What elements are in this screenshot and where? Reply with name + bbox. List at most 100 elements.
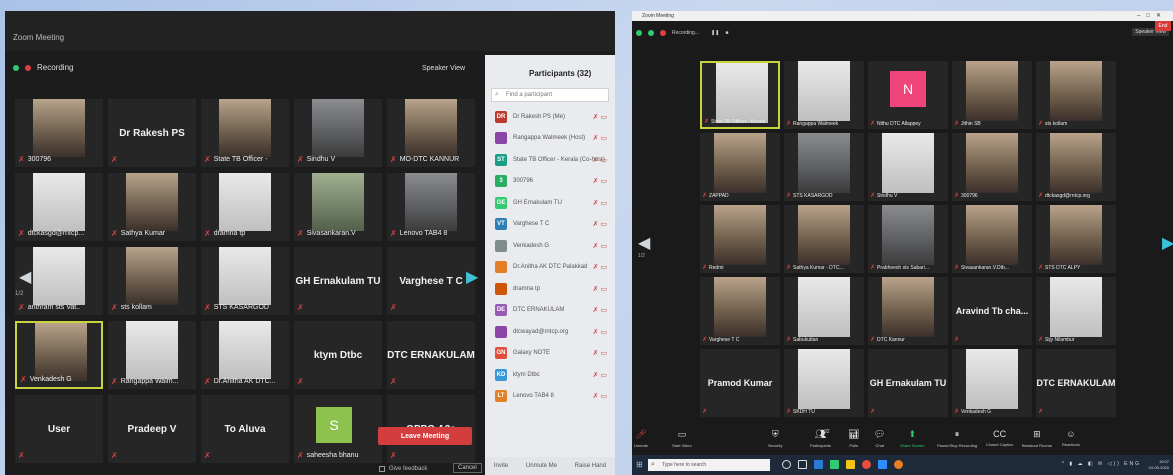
participant-row[interactable]: dramna tp ✗ ▭ <box>485 278 615 300</box>
video-tile[interactable]: ✗ SKDH TU <box>784 349 864 417</box>
video-tile[interactable]: ✗ Prabheesh sts Sabari... <box>868 205 948 273</box>
video-tile[interactable]: ✗ Rangappa Walmeek <box>784 61 864 129</box>
video-tile[interactable]: GH Ernakulam TU ✗ <box>868 349 948 417</box>
leave-meeting-button[interactable]: Leave Meeting <box>378 427 472 445</box>
video-tile[interactable]: Pramod Kumar ✗ <box>700 349 780 417</box>
participant-search-input[interactable]: ⌕ Find a participant <box>491 88 609 102</box>
raise-hand-button[interactable]: Raise Hand <box>575 463 606 469</box>
task-view-icon[interactable] <box>798 460 807 469</box>
participant-row[interactable]: ST State TB Officer - Kerala (Co-host) ✗ ▭ <box>485 149 615 171</box>
start-video-button[interactable]: ▭ Start Video <box>672 429 692 448</box>
end-meeting-button[interactable]: End <box>1155 21 1171 31</box>
video-tile[interactable]: ✗ Sathya Kumar - DTC... <box>784 205 864 273</box>
participant-row[interactable]: Venkadesh G ✗ ▭ <box>485 235 615 257</box>
edge-icon[interactable] <box>814 460 823 469</box>
taskbar-search-input[interactable]: ⌕ Type here to search <box>648 459 770 471</box>
video-tile[interactable]: ✗ Sindhu V <box>294 99 382 167</box>
video-tile[interactable]: ✗ Sindhu V <box>868 133 948 201</box>
store-icon[interactable] <box>830 460 839 469</box>
participant-row[interactable]: dtcwayad@rntcp.org ✗ ▭ <box>485 321 615 343</box>
video-tile[interactable]: ✗ Sivasankaran.V.Dtb... <box>952 205 1032 273</box>
video-tile[interactable]: ✗ sts kollam <box>108 247 196 315</box>
video-tile[interactable]: ✗ State TB Officer - Kerala <box>700 61 780 129</box>
video-tile[interactable]: ✗ Sijy Nilambur <box>1036 277 1116 345</box>
video-tile[interactable]: ✗ STS KASARGOD <box>784 133 864 201</box>
firefox-icon[interactable] <box>894 460 903 469</box>
info-icon[interactable] <box>636 30 642 36</box>
video-tile[interactable]: Dr Rakesh PS ✗ <box>108 99 196 167</box>
video-tile[interactable]: Pradeep V ✗ <box>108 395 196 463</box>
video-tile[interactable]: ✗ Varghese T C <box>700 277 780 345</box>
video-tile[interactable]: ✗ 300796 <box>952 133 1032 201</box>
video-tile[interactable]: ✗ State TB Officer - <box>201 99 289 167</box>
invite-button[interactable]: Invite <box>494 463 508 469</box>
system-tray-icons[interactable]: ^ ▮ ☁ ◧ ✉ ◁)) ENG <box>1062 461 1141 467</box>
video-tile[interactable]: ✗ STS DTC ALPY <box>1036 205 1116 273</box>
cancel-button[interactable]: Cancel <box>453 463 482 473</box>
video-tile[interactable]: ✗ Sabukuttan <box>784 277 864 345</box>
video-tile[interactable]: Varghese T C ✗ <box>387 247 475 315</box>
participant-row[interactable]: VT Varghese T C ✗ ▭ <box>485 214 615 236</box>
cortana-icon[interactable] <box>782 460 791 469</box>
reactions-button[interactable]: ☺ Reactions <box>1062 429 1080 447</box>
video-tile[interactable]: DTC ERNAKULAM ✗ <box>387 321 475 389</box>
polls-button[interactable]: 📊︎ Polls <box>848 429 859 448</box>
video-tile[interactable]: ✗ dtckasgd@rntcp.org <box>1036 133 1116 201</box>
video-tile[interactable]: ✗ DTC Kannur <box>868 277 948 345</box>
next-page-icon[interactable]: ▶ <box>466 267 478 287</box>
video-tile[interactable]: DTC ERNAKULAM ✗ <box>1036 349 1116 417</box>
video-tile[interactable]: ✗ ZAPPAD <box>700 133 780 201</box>
window-controls[interactable]: –□✕ <box>1137 12 1167 19</box>
participant-row[interactable]: Rangappa Walmeek (Host) ✗ ▭ <box>485 128 615 150</box>
breakout-rooms-button[interactable]: ⊞ Breakout Rooms <box>1022 429 1052 448</box>
video-tile[interactable]: ✗ Rangappa Walm... <box>108 321 196 389</box>
closed-caption-button[interactable]: CC Closed Caption <box>986 429 1013 447</box>
video-tile[interactable]: ✗ Sivasankaran.V <box>294 173 382 241</box>
prev-page-icon[interactable]: ◀ <box>19 267 31 287</box>
video-tile[interactable]: GH Ernakulam TU ✗ <box>294 247 382 315</box>
participant-row[interactable]: GN Galaxy NOTE ✗ ▭ <box>485 343 615 365</box>
video-tile[interactable]: S ✗ saheesha bhanu <box>294 395 382 463</box>
file-explorer-icon[interactable] <box>846 460 855 469</box>
next-page-icon[interactable]: ▶ <box>1162 233 1173 253</box>
video-tile[interactable]: ✗ Lenovo TAB4 8 <box>387 173 475 241</box>
unmute-me-button[interactable]: Unmute Me <box>526 463 557 469</box>
video-tile[interactable]: ✗ Redmi <box>700 205 780 273</box>
give-feedback-checkbox[interactable]: Give feedback <box>379 466 427 472</box>
unmute-button[interactable]: 🎤︎ Unmute <box>634 429 648 448</box>
video-tile[interactable]: N ✗ Nithu DTC Allappey <box>868 61 948 129</box>
video-tile[interactable]: To Aluva ✗ <box>201 395 289 463</box>
zoom-icon[interactable] <box>878 460 887 469</box>
video-tile[interactable]: ✗ Venkadesh G <box>15 321 103 389</box>
prev-page-icon[interactable]: ◀ <box>638 233 650 253</box>
participants-button[interactable]: 👥︎ Participants 32 <box>810 429 831 448</box>
video-tile[interactable]: ✗ STS KASARGOD <box>201 247 289 315</box>
participant-row[interactable]: DE DTC ERNAKULAM ✗ ▭ <box>485 300 615 322</box>
pause-stop-recording-button[interactable]: ⏸ Pause/Stop Recording <box>937 429 977 448</box>
video-tile[interactable]: ✗ sts kollam <box>1036 61 1116 129</box>
video-tile[interactable]: ✗ Dr.Anitha AK DTC... <box>201 321 289 389</box>
security-button[interactable]: ⛨ Security <box>768 429 782 448</box>
taskbar-clock[interactable]: 19:07 24-09-2020 <box>1149 459 1169 471</box>
video-tile[interactable]: ✗ dramna tp <box>201 173 289 241</box>
video-tile[interactable]: ✗ Jithin SB <box>952 61 1032 129</box>
stop-icon[interactable]: ■ <box>725 30 728 36</box>
video-tile[interactable]: ✗ Venkadesh G <box>952 349 1032 417</box>
share-screen-button[interactable]: ⬆ Share Screen <box>900 429 924 448</box>
video-tile[interactable]: ✗ dtckasgd@rntcp... <box>15 173 103 241</box>
windows-start-icon[interactable]: ⊞ <box>636 460 643 469</box>
video-tile[interactable]: ktym Dtbc ✗ <box>294 321 382 389</box>
participant-row[interactable]: Dr.Anitha AK DTC Palakkad ✗ ▭ <box>485 257 615 279</box>
video-tile[interactable]: ✗ Sathya Kumar <box>108 173 196 241</box>
video-tile[interactable]: Aravind Tb cha... ✗ <box>952 277 1032 345</box>
participant-row[interactable]: LT Lenovo TAB4 8 ✗ ▭ <box>485 386 615 408</box>
speaker-view-button[interactable]: Speaker View <box>422 65 465 72</box>
video-tile[interactable]: ✗ 300796 <box>15 99 103 167</box>
participant-row[interactable]: 3 300796 ✗ ▭ <box>485 171 615 193</box>
chat-button[interactable]: 💬︎ Chat <box>874 429 885 448</box>
participant-row[interactable]: KD ktym Dtbc ✗ ▭ <box>485 364 615 386</box>
pause-icon[interactable]: ❚❚ <box>711 30 719 36</box>
participant-row[interactable]: GE GH Ernakulam TU ✗ ▭ <box>485 192 615 214</box>
video-tile[interactable]: User ✗ <box>15 395 103 463</box>
chrome-icon[interactable] <box>862 460 871 469</box>
